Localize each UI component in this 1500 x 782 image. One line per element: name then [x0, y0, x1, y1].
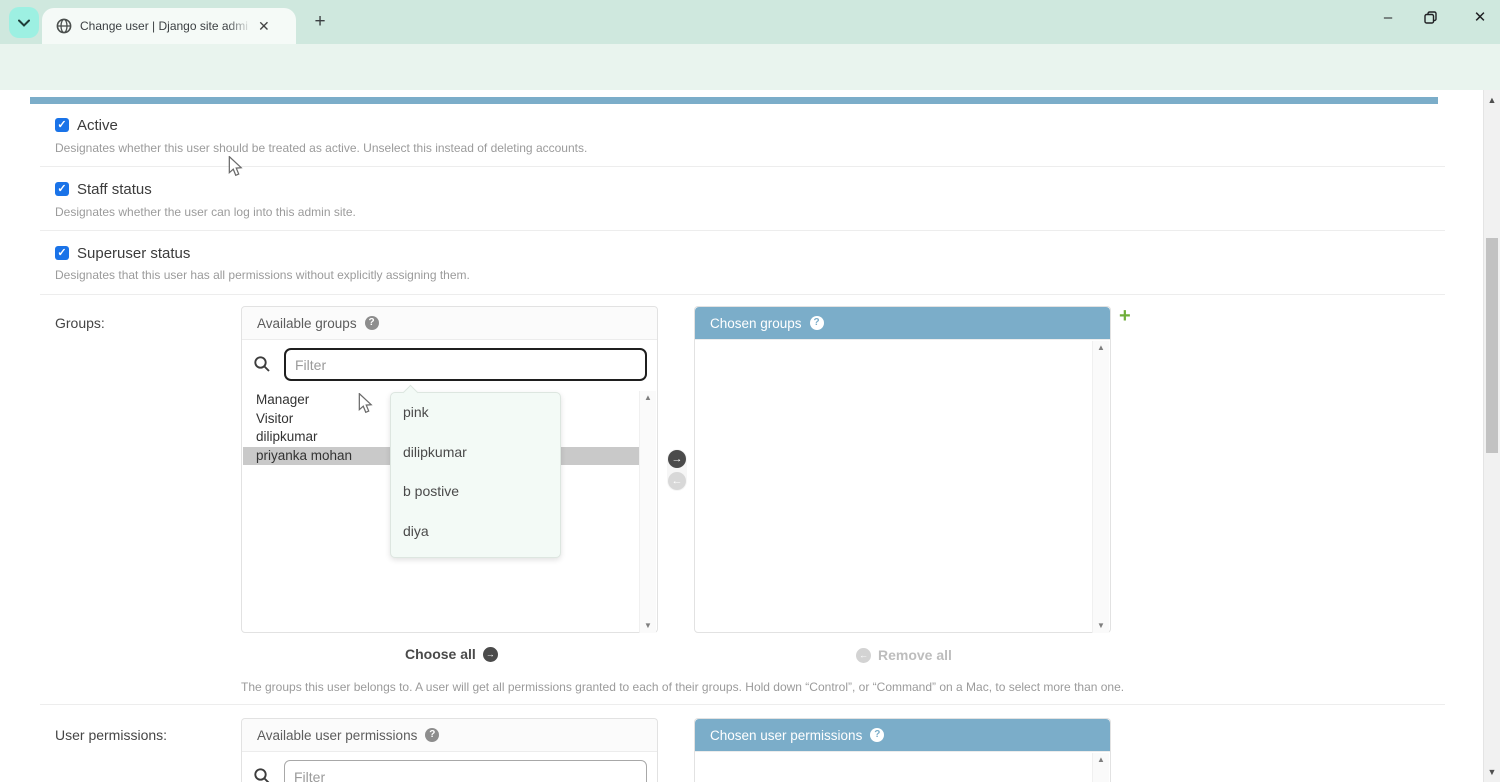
scroll-down-icon[interactable]: ▼ [1097, 622, 1105, 630]
available-groups-title: Available groups [257, 315, 357, 331]
user-permissions-field-label: User permissions: [55, 727, 168, 743]
available-groups-header: Available groups ? [242, 307, 657, 340]
scroll-down-icon[interactable]: ▼ [1484, 768, 1500, 777]
available-user-permissions-header: Available user permissions ? [242, 719, 657, 752]
staff-status-label[interactable]: Staff status [77, 181, 152, 198]
chosen-groups-scrollbar[interactable]: ▲ ▼ [1092, 341, 1109, 633]
chosen-groups-box: Chosen groups ? ▲ ▼ [694, 306, 1111, 633]
help-question-icon[interactable]: ? [425, 728, 440, 742]
chosen-user-permissions-title: Chosen user permissions [710, 727, 863, 743]
autocomplete-option[interactable]: pink [391, 393, 560, 433]
browser-tab[interactable]: Change user | Django site admi ✕ [42, 8, 296, 44]
staff-status-help: Designates whether the user can log into… [55, 205, 356, 219]
available-user-permissions-box: Available user permissions ? [241, 718, 658, 782]
autocomplete-option[interactable]: diya [391, 512, 560, 552]
choose-all-arrow-icon: → [482, 646, 498, 662]
choose-all-label: Choose all [405, 646, 476, 662]
chosen-user-permissions-header: Chosen user permissions ? [695, 719, 1110, 752]
groups-filter-row [242, 340, 657, 389]
page-scrollbar[interactable]: ▲ ▼ [1483, 90, 1500, 782]
minimize-button[interactable]: – [1378, 9, 1398, 26]
chosen-groups-title: Chosen groups [710, 315, 802, 331]
choose-all-link[interactable]: Choose all → [405, 646, 498, 662]
maximize-button[interactable] [1424, 10, 1444, 24]
search-icon [254, 768, 270, 782]
browser-toolbar: ← → 127.0.0.1:8000/admin/auth/user/6/cha… [0, 44, 1500, 130]
divider [40, 166, 1445, 167]
scroll-up-icon[interactable]: ▲ [1097, 756, 1105, 764]
close-window-button[interactable]: ✕ [1470, 8, 1490, 26]
scroll-down-icon[interactable]: ▼ [644, 622, 652, 630]
help-question-icon[interactable]: ? [364, 316, 379, 330]
available-groups-scrollbar[interactable]: ▲ ▼ [639, 391, 656, 633]
remove-all-arrow-icon: ← [856, 647, 871, 663]
available-user-permissions-title: Available user permissions [257, 727, 418, 743]
superuser-status-checkbox[interactable]: ✓ [55, 246, 69, 260]
globe-favicon-icon [56, 18, 72, 34]
scroll-up-icon[interactable]: ▲ [1484, 96, 1500, 105]
django-change-user-page: ✓ Active Designates whether this user sh… [0, 90, 1500, 782]
scroll-up-icon[interactable]: ▲ [644, 394, 652, 402]
remove-all-link[interactable]: ← Remove all [856, 647, 952, 663]
permissions-filter-input[interactable] [284, 760, 647, 782]
groups-filter-input[interactable] [284, 348, 647, 381]
divider [40, 704, 1445, 705]
filter-autocomplete-dropdown: pink dilipkumar b postive diya [390, 392, 561, 558]
tab-title: Change user | Django site admi [80, 19, 248, 33]
groups-field-label: Groups: [55, 315, 105, 331]
tab-close-icon[interactable]: ✕ [258, 19, 270, 33]
restore-icon [1424, 10, 1437, 24]
chosen-user-permissions-scrollbar[interactable]: ▲ [1092, 753, 1109, 782]
add-group-icon[interactable]: + [1119, 305, 1131, 328]
superuser-status-label[interactable]: Superuser status [77, 245, 190, 262]
new-tab-button[interactable]: + [308, 10, 332, 34]
autocomplete-option[interactable]: b postive [391, 472, 560, 512]
scroll-up-icon[interactable]: ▲ [1097, 344, 1105, 352]
tab-strip: Change user | Django site admi ✕ + – ✕ [0, 0, 1500, 44]
permissions-filter-row [242, 752, 657, 782]
browser-window: Change user | Django site admi ✕ + – ✕ ←… [0, 0, 1500, 782]
divider [40, 230, 1445, 231]
chosen-user-permissions-box: Chosen user permissions ? ▲ [694, 718, 1111, 782]
tab-search-button[interactable] [9, 7, 39, 38]
help-question-icon[interactable]: ? [870, 728, 885, 742]
staff-status-checkbox[interactable]: ✓ [55, 182, 69, 196]
help-question-icon[interactable]: ? [809, 316, 824, 330]
module-header-bar [30, 97, 1438, 104]
active-checkbox[interactable]: ✓ [55, 118, 69, 132]
scrollbar-thumb[interactable] [1486, 238, 1498, 453]
autocomplete-option[interactable]: dilipkumar [391, 433, 560, 473]
search-icon [254, 356, 270, 372]
remove-all-label: Remove all [878, 647, 952, 663]
divider [40, 294, 1445, 295]
active-help: Designates whether this user should be t… [55, 141, 588, 155]
active-label[interactable]: Active [77, 117, 118, 134]
superuser-status-help: Designates that this user has all permis… [55, 268, 470, 282]
chosen-groups-header: Chosen groups ? [695, 307, 1110, 340]
move-left-button[interactable]: ← [668, 472, 686, 490]
move-buttons: → ← [667, 449, 687, 491]
chevron-down-icon [18, 19, 30, 27]
groups-help: The groups this user belongs to. A user … [241, 680, 1125, 694]
move-right-button[interactable]: → [668, 450, 686, 468]
